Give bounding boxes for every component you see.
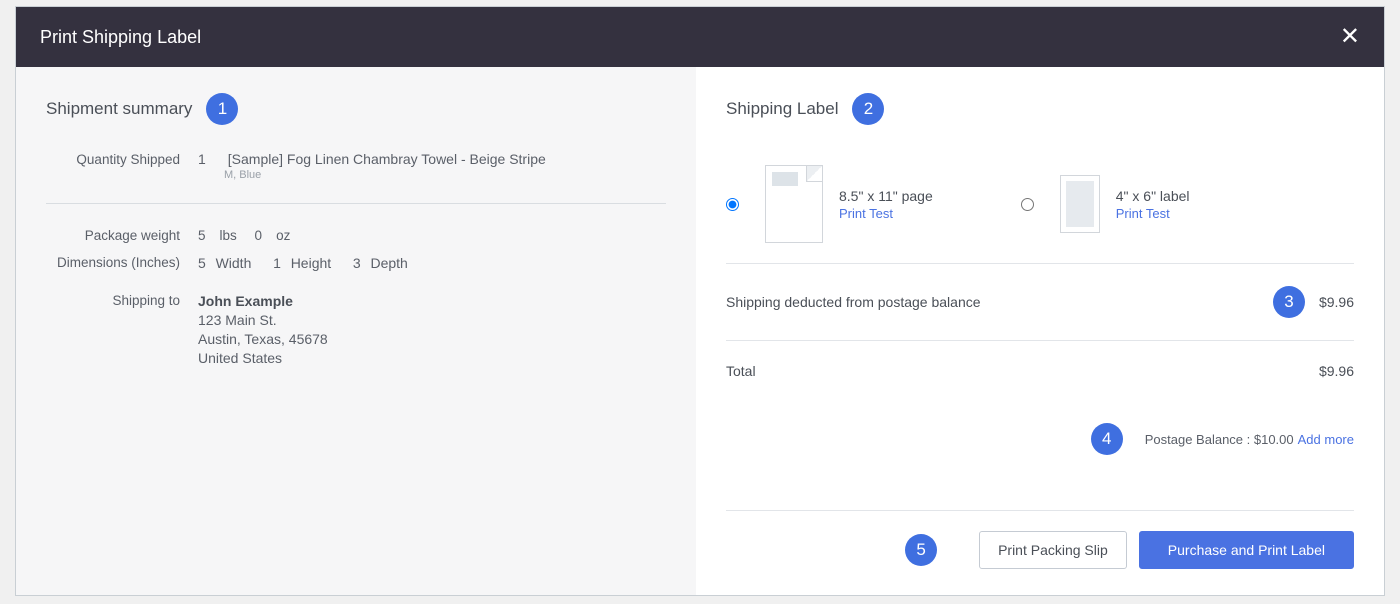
total-label: Total — [726, 363, 756, 379]
label-option-thermal: 4" x 6" label Print Test — [1021, 165, 1190, 243]
summary-header: Shipment summary 1 — [46, 93, 666, 125]
dim-height-value: 1 — [273, 255, 281, 271]
dim-depth-label: Depth — [370, 255, 407, 271]
dims-value: 5 Width 1 Height 3 Depth — [198, 255, 666, 271]
modal-title: Print Shipping Label — [40, 27, 201, 48]
letter-option-text: 8.5" x 11" page Print Test — [839, 188, 933, 221]
annotation-badge-5: 5 — [905, 534, 937, 566]
letter-print-test-link[interactable]: Print Test — [839, 206, 933, 221]
page-icon — [765, 165, 823, 243]
item-variant: M, Blue — [198, 169, 666, 181]
dims-label: Dimensions (Inches) — [46, 255, 198, 271]
label-options: 8.5" x 11" page Print Test 4" x 6" label… — [726, 165, 1354, 264]
annotation-badge-3: 3 — [1273, 286, 1305, 318]
deducted-right: 3 $9.96 — [1273, 286, 1354, 318]
address-line3: United States — [198, 350, 666, 366]
close-icon[interactable]: ✕ — [1340, 25, 1360, 49]
annotation-badge-4: 4 — [1091, 423, 1123, 455]
item-name: [Sample] Fog Linen Chambray Towel - Beig… — [228, 151, 546, 167]
modal-header: Print Shipping Label ✕ — [16, 7, 1384, 67]
label-option-letter: 8.5" x 11" page Print Test — [726, 165, 933, 243]
total-row: Total $9.96 — [726, 341, 1354, 401]
dim-depth-value: 3 — [353, 255, 361, 271]
add-more-link[interactable]: Add more — [1298, 432, 1354, 447]
address-name: John Example — [198, 293, 666, 309]
postage-balance-text: Postage Balance : $10.00 — [1145, 432, 1294, 447]
address-line2: Austin, Texas, 45678 — [198, 331, 666, 347]
package-weight-row: Package weight 5 lbs 0 oz — [46, 228, 666, 243]
deducted-amount: $9.96 — [1319, 294, 1354, 310]
label-header: Shipping Label 2 — [726, 93, 1354, 125]
label-title: Shipping Label — [726, 99, 838, 119]
shipment-summary-panel: Shipment summary 1 Quantity Shipped 1 [S… — [16, 67, 696, 595]
weight-value: 5 lbs 0 oz — [198, 228, 666, 243]
summary-divider — [46, 203, 666, 204]
weight-label: Package weight — [46, 228, 198, 243]
dim-height-label: Height — [291, 255, 331, 271]
shipping-to-row: Shipping to John Example 123 Main St. Au… — [46, 293, 666, 366]
weight-oz-unit: oz — [276, 228, 290, 243]
shipping-deducted-row: Shipping deducted from postage balance 3… — [726, 264, 1354, 341]
shipto-value: John Example 123 Main St. Austin, Texas,… — [198, 293, 666, 366]
modal-body: Shipment summary 1 Quantity Shipped 1 [S… — [16, 67, 1384, 595]
address-line1: 123 Main St. — [198, 312, 666, 328]
annotation-badge-2: 2 — [852, 93, 884, 125]
radio-thermal[interactable] — [1021, 198, 1034, 211]
dimensions-row: Dimensions (Inches) 5 Width 1 Height 3 D… — [46, 255, 666, 271]
print-packing-slip-button[interactable]: Print Packing Slip — [979, 531, 1127, 569]
shipto-label: Shipping to — [46, 293, 198, 366]
shipping-label-panel: Shipping Label 2 8.5" x 11" page Print T… — [696, 67, 1384, 595]
radio-letter[interactable] — [726, 198, 739, 211]
modal-footer: 5 Print Packing Slip Purchase and Print … — [726, 510, 1354, 569]
thermal-option-text: 4" x 6" label Print Test — [1116, 188, 1190, 221]
deducted-label: Shipping deducted from postage balance — [726, 294, 981, 310]
item-qty: 1 — [198, 151, 224, 167]
qty-value: 1 [Sample] Fog Linen Chambray Towel - Be… — [198, 151, 666, 181]
purchase-and-print-button[interactable]: Purchase and Print Label — [1139, 531, 1354, 569]
thermal-print-test-link[interactable]: Print Test — [1116, 206, 1190, 221]
weight-lbs-value: 5 — [198, 228, 206, 243]
letter-title: 8.5" x 11" page — [839, 188, 933, 204]
label-icon — [1060, 175, 1100, 233]
weight-lbs-unit: lbs — [220, 228, 237, 243]
annotation-badge-1: 1 — [206, 93, 238, 125]
weight-oz-value: 0 — [255, 228, 263, 243]
summary-title: Shipment summary — [46, 99, 192, 119]
total-amount: $9.96 — [1319, 363, 1354, 379]
dim-width-label: Width — [216, 255, 252, 271]
print-shipping-label-modal: Print Shipping Label ✕ Shipment summary … — [15, 6, 1385, 596]
qty-label: Quantity Shipped — [46, 151, 198, 181]
dim-width-value: 5 — [198, 255, 206, 271]
quantity-shipped-row: Quantity Shipped 1 [Sample] Fog Linen Ch… — [46, 151, 666, 181]
postage-balance-row: 4 Postage Balance : $10.00 Add more — [726, 423, 1354, 455]
thermal-title: 4" x 6" label — [1116, 188, 1190, 204]
